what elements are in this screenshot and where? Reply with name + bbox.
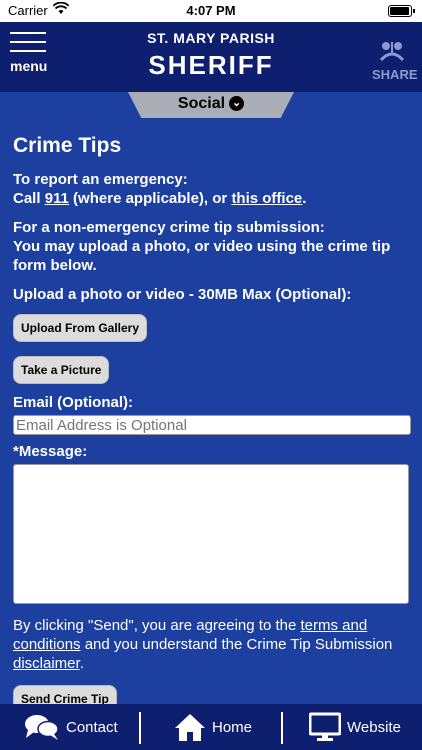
clock: 4:07 PM (186, 3, 236, 18)
legal-middle: and you understand the Crime Tip Submiss… (80, 636, 393, 653)
email-field[interactable] (13, 415, 411, 435)
nav-website-label: Website (347, 718, 401, 736)
brand-title: ST. MARY PARISH SHERIFF (0, 30, 422, 81)
battery-icon (388, 5, 415, 17)
nonemergency-body: You may upload a photo, or video using t… (13, 238, 391, 274)
share-icon (377, 42, 407, 66)
emergency-info: To report an emergency: Call 911 (where … (13, 170, 409, 208)
chevron-down-icon: ⌄ (229, 96, 245, 112)
legal-suffix: . (79, 655, 84, 672)
social-dropdown-tab[interactable]: Social ⌄ (128, 92, 294, 118)
app-header: menu ST. MARY PARISH SHERIFF SHARE (0, 22, 422, 92)
share-label: SHARE (372, 67, 418, 82)
nav-separator (281, 712, 283, 744)
status-bar: Carrier 4:07 PM (0, 0, 422, 22)
home-icon (175, 714, 205, 741)
parish-name: ST. MARY PARISH (147, 30, 275, 46)
upload-label: Upload a photo or video - 30MB Max (Opti… (13, 286, 352, 303)
emergency-call-prefix: Call (13, 190, 45, 207)
crime-tips-form: Crime Tips To report an emergency: Call … (13, 134, 411, 725)
nav-website[interactable]: Website (309, 704, 401, 750)
legal-notice: By clicking "Send", you are agreeing to … (13, 616, 409, 673)
share-button[interactable]: SHARE (372, 40, 418, 82)
sheriff-title: SHERIFF (148, 50, 274, 80)
emergency-middle-text: (where applicable), or (68, 190, 232, 207)
legal-prefix: By clicking "Send", you are agreeing to … (13, 617, 301, 634)
this-office-link[interactable]: this office (231, 190, 302, 207)
monitor-icon (309, 712, 341, 741)
bottom-nav: Contact Home Website (0, 704, 422, 750)
social-tab-label: Social (177, 95, 226, 112)
nav-separator (139, 712, 141, 744)
nav-home-label: Home (212, 718, 253, 736)
emergency-suffix: . (302, 190, 307, 207)
chat-bubbles-icon (25, 715, 59, 740)
nav-contact[interactable]: Contact (24, 704, 118, 750)
emergency-heading: To report an emergency: (13, 171, 188, 188)
take-picture-button[interactable]: Take a Picture (13, 356, 110, 384)
nav-home[interactable]: Home (174, 704, 252, 750)
message-label: *Message: (13, 443, 88, 460)
call-911-link[interactable]: 911 (45, 190, 69, 207)
upload-from-gallery-button[interactable]: Upload From Gallery (13, 314, 148, 342)
email-label: Email (Optional): (13, 394, 133, 411)
message-textarea[interactable] (13, 464, 409, 604)
page-title: Crime Tips (13, 134, 122, 157)
nav-contact-label: Contact (66, 718, 118, 736)
disclaimer-link[interactable]: disclaimer (13, 655, 80, 672)
nonemergency-info: For a non-emergency crime tip submission… (13, 218, 409, 275)
nonemergency-heading: For a non-emergency crime tip submission… (13, 219, 325, 236)
